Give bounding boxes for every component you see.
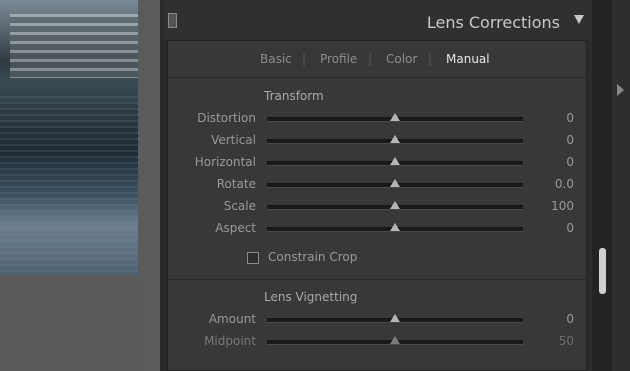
lens-corrections-panel: Lens Corrections Basic | Profile | Color… xyxy=(164,0,592,371)
distortion-value[interactable]: 0 xyxy=(534,111,574,125)
amount-label: Amount xyxy=(208,312,256,326)
aspect-slider-thumb[interactable] xyxy=(390,223,400,231)
lens-vignetting-title: Lens Vignetting xyxy=(264,290,358,304)
horizontal-value[interactable]: 0 xyxy=(534,155,574,169)
midpoint-label: Midpoint xyxy=(204,334,256,348)
right-panel-edge[interactable] xyxy=(612,0,630,371)
aspect-label: Aspect xyxy=(215,221,256,235)
tab-separator: | xyxy=(368,52,373,66)
photo-building xyxy=(10,14,138,78)
scale-value[interactable]: 100 xyxy=(534,199,574,213)
photo-water xyxy=(0,96,138,276)
horizontal-label: Horizontal xyxy=(194,155,256,169)
rotate-value[interactable]: 0.0 xyxy=(534,177,574,191)
tab-bar: Basic | Profile | Color | Manual xyxy=(168,41,586,78)
midpoint-value[interactable]: 50 xyxy=(534,334,574,348)
scrollbar-thumb[interactable] xyxy=(599,248,606,294)
scale-label: Scale xyxy=(223,199,256,213)
vertical-slider-thumb[interactable] xyxy=(390,135,400,143)
triangle-down-icon[interactable] xyxy=(574,15,584,24)
distortion-label: Distortion xyxy=(197,111,256,125)
panel-header[interactable]: Lens Corrections xyxy=(164,0,592,40)
rotate-slider-thumb[interactable] xyxy=(390,179,400,187)
distortion-slider-thumb[interactable] xyxy=(390,113,400,121)
panel-title: Lens Corrections xyxy=(426,13,560,32)
vertical-label: Vertical xyxy=(211,133,256,147)
tab-separator: | xyxy=(302,52,307,66)
tab-color[interactable]: Color xyxy=(386,52,417,66)
amount-slider-thumb[interactable] xyxy=(390,314,400,322)
workspace-gutter xyxy=(138,0,160,371)
triangle-right-icon[interactable] xyxy=(617,84,624,96)
aspect-value[interactable]: 0 xyxy=(534,221,574,235)
tab-manual[interactable]: Manual xyxy=(446,52,490,66)
scale-slider-thumb[interactable] xyxy=(390,201,400,209)
tab-separator: | xyxy=(428,52,433,66)
tab-profile[interactable]: Profile xyxy=(320,52,357,66)
constrain-crop-checkbox[interactable] xyxy=(247,252,259,264)
midpoint-slider-thumb[interactable] xyxy=(390,336,400,344)
panel-toggle-icon[interactable] xyxy=(168,13,177,28)
transform-title: Transform xyxy=(264,89,324,103)
amount-value[interactable]: 0 xyxy=(534,312,574,326)
photo-preview xyxy=(0,0,138,276)
panel-scrollbar[interactable] xyxy=(592,0,612,371)
section-divider xyxy=(168,279,586,280)
constrain-crop-label[interactable]: Constrain Crop xyxy=(268,250,357,264)
panel-body: Basic | Profile | Color | Manual Transfo… xyxy=(167,40,587,371)
tab-basic[interactable]: Basic xyxy=(260,52,292,66)
horizontal-slider-thumb[interactable] xyxy=(390,157,400,165)
vertical-value[interactable]: 0 xyxy=(534,133,574,147)
rotate-label: Rotate xyxy=(216,177,256,191)
